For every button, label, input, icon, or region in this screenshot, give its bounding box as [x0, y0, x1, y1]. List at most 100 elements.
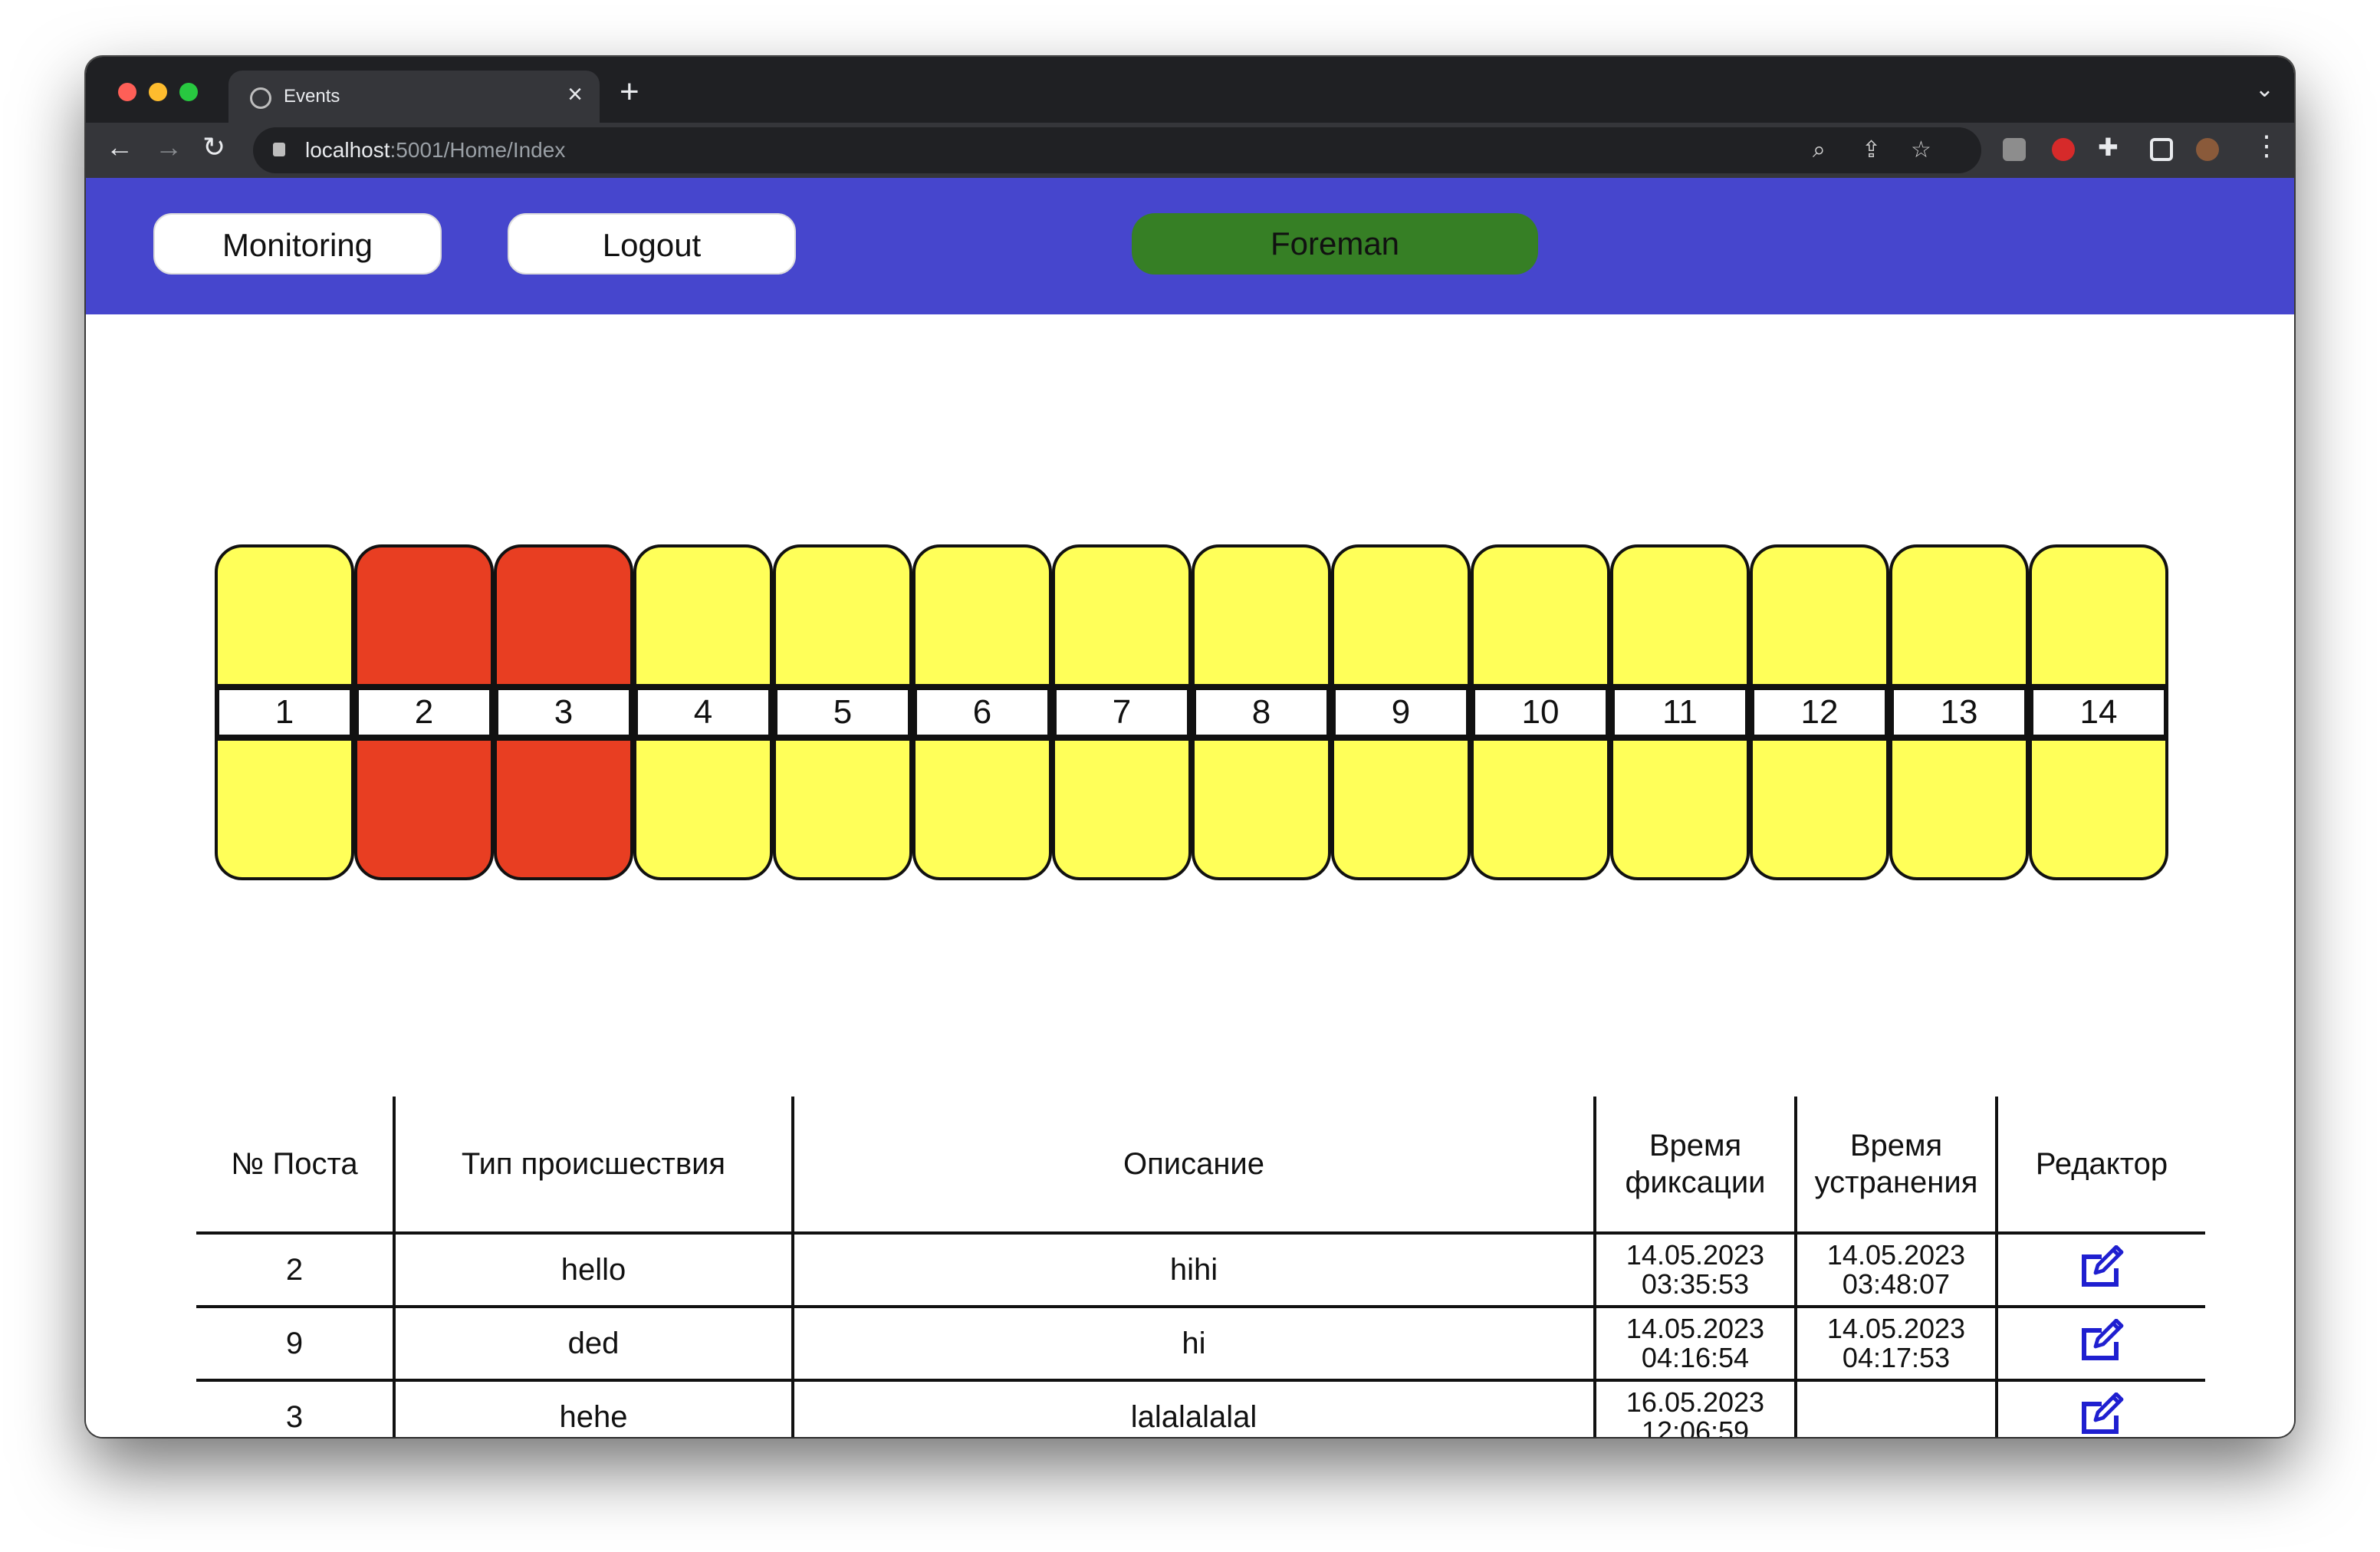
- browser-menu-icon[interactable]: ⋮: [2253, 132, 2280, 159]
- header-fixed-time-line2: фиксации: [1625, 1166, 1766, 1199]
- post-lower-cell: [215, 738, 354, 880]
- post-upper-cell: [2029, 544, 2168, 687]
- extension-red-icon[interactable]: [2052, 138, 2075, 161]
- post-lower-cell: [633, 738, 773, 880]
- post-6[interactable]: 6: [912, 544, 1052, 880]
- post-upper-cell: [215, 544, 354, 687]
- post-1[interactable]: 1: [215, 544, 354, 880]
- post-lower-cell: [1052, 738, 1192, 880]
- cell-editor: [1995, 1233, 2205, 1308]
- post-upper-cell: [633, 544, 773, 687]
- post-upper-cell: [1889, 544, 2029, 687]
- close-window-button[interactable]: [118, 83, 136, 101]
- post-upper-cell: [773, 544, 912, 687]
- cell-editor: [1995, 1380, 2205, 1437]
- posts-panel: 1 2 3 4 5 6 7 8 9 10 11 12 13 14: [215, 544, 2168, 880]
- post-lower-cell: [1610, 738, 1750, 880]
- edit-icon[interactable]: [2077, 1245, 2126, 1295]
- post-10[interactable]: 10: [1471, 544, 1610, 880]
- post-4[interactable]: 4: [633, 544, 773, 880]
- post-lower-cell: [2029, 738, 2168, 880]
- cell-post-number: 3: [196, 1380, 394, 1437]
- top-nav: Monitoring Logout Foreman: [86, 178, 2294, 314]
- post-upper-cell: [354, 544, 494, 687]
- back-arrow-icon[interactable]: ←: [106, 133, 133, 161]
- post-3[interactable]: 3: [494, 544, 633, 880]
- post-number: 6: [912, 686, 1052, 739]
- fixed-time: 03:35:53: [1641, 1268, 1750, 1300]
- cell-fixed-time: 14.05.2023 04:16:54: [1593, 1307, 1796, 1382]
- tab-bar: Events × + ⌄: [86, 57, 2294, 123]
- minimize-window-button[interactable]: [149, 83, 167, 101]
- close-tab-icon[interactable]: ×: [567, 81, 583, 107]
- post-8[interactable]: 8: [1192, 544, 1331, 880]
- forward-arrow-icon[interactable]: →: [155, 133, 182, 161]
- post-number: 12: [1750, 686, 1889, 739]
- post-5[interactable]: 5: [773, 544, 912, 880]
- reload-icon[interactable]: ↻: [202, 133, 225, 161]
- post-number: 2: [354, 686, 494, 739]
- cell-fixed-time: 14.05.2023 03:35:53: [1593, 1233, 1796, 1308]
- post-upper-cell: [1610, 544, 1750, 687]
- post-upper-cell: [1471, 544, 1610, 687]
- edit-icon[interactable]: [2077, 1319, 2126, 1369]
- post-12[interactable]: 12: [1750, 544, 1889, 880]
- cell-description: hihi: [791, 1233, 1595, 1308]
- post-13[interactable]: 13: [1889, 544, 2029, 880]
- post-lower-cell: [1331, 738, 1471, 880]
- post-number: 13: [1889, 686, 2029, 739]
- cell-description: hi: [791, 1307, 1595, 1382]
- extensions-puzzle-icon[interactable]: ✚: [2098, 135, 2119, 159]
- events-table: № Поста Тип происшествия Описание Время ф…: [196, 1097, 2205, 1437]
- edit-icon[interactable]: [2077, 1393, 2126, 1437]
- logout-button[interactable]: Logout: [508, 213, 796, 275]
- monitoring-button[interactable]: Monitoring: [153, 213, 442, 275]
- maximize-window-button[interactable]: [179, 83, 198, 101]
- extension-html5-icon[interactable]: [2003, 138, 2026, 161]
- post-upper-cell: [1331, 544, 1471, 687]
- browser-toolbar: ← → ↻ localhost:5001/Home/Index ⌕ ⇪ ☆ ✚ …: [86, 123, 2294, 178]
- post-number: 8: [1192, 686, 1331, 739]
- new-tab-button[interactable]: +: [620, 75, 639, 109]
- tab-search-chevron-icon[interactable]: ⌄: [2255, 78, 2274, 101]
- post-lower-cell: [1750, 738, 1889, 880]
- resolved-date: 14.05.2023: [1826, 1313, 1966, 1345]
- cell-incident-type: hehe: [393, 1380, 793, 1437]
- zoom-icon[interactable]: ⌕: [1813, 135, 1826, 165]
- header-incident-type: Тип происшествия: [393, 1097, 793, 1235]
- bookmark-star-icon[interactable]: ☆: [1911, 135, 1931, 165]
- post-lower-cell: [773, 738, 912, 880]
- resolved-time: 03:48:07: [1842, 1268, 1951, 1300]
- share-icon[interactable]: ⇪: [1862, 135, 1881, 165]
- post-2[interactable]: 2: [354, 544, 494, 880]
- table-header-row: № Поста Тип происшествия Описание Время ф…: [196, 1097, 2205, 1235]
- fixed-date: 16.05.2023: [1626, 1386, 1765, 1419]
- resolved-time: 04:17:53: [1842, 1342, 1951, 1373]
- side-panel-icon[interactable]: [2150, 138, 2173, 161]
- post-upper-cell: [912, 544, 1052, 687]
- post-9[interactable]: 9: [1331, 544, 1471, 880]
- url-text: localhost:5001/Home/Index: [305, 138, 565, 163]
- browser-tab[interactable]: Events ×: [228, 71, 600, 123]
- table-row: 2 hello hihi 14.05.2023 03:35:53 14.05.2023 03…: [196, 1233, 2205, 1308]
- post-11[interactable]: 11: [1610, 544, 1750, 880]
- cell-post-number: 9: [196, 1307, 394, 1382]
- post-14[interactable]: 14: [2029, 544, 2168, 880]
- post-number: 3: [494, 686, 633, 739]
- cell-resolved-time: 14.05.2023 03:48:07: [1794, 1233, 1997, 1308]
- cell-post-number: 2: [196, 1233, 394, 1308]
- post-number: 5: [773, 686, 912, 739]
- table-row: 9 ded hi 14.05.2023 04:16:54 14.05.2023 04:17:…: [196, 1307, 2205, 1382]
- post-number: 9: [1331, 686, 1471, 739]
- post-upper-cell: [1052, 544, 1192, 687]
- globe-icon: [250, 87, 271, 109]
- cell-incident-type: hello: [393, 1233, 793, 1308]
- address-bar[interactable]: localhost:5001/Home/Index ⌕ ⇪ ☆: [253, 127, 1981, 173]
- post-lower-cell: [1889, 738, 2029, 880]
- profile-avatar[interactable]: [2196, 138, 2219, 161]
- fixed-date: 14.05.2023: [1626, 1313, 1765, 1345]
- post-upper-cell: [494, 544, 633, 687]
- post-7[interactable]: 7: [1052, 544, 1192, 880]
- fixed-time: 04:16:54: [1641, 1342, 1750, 1373]
- post-lower-cell: [912, 738, 1052, 880]
